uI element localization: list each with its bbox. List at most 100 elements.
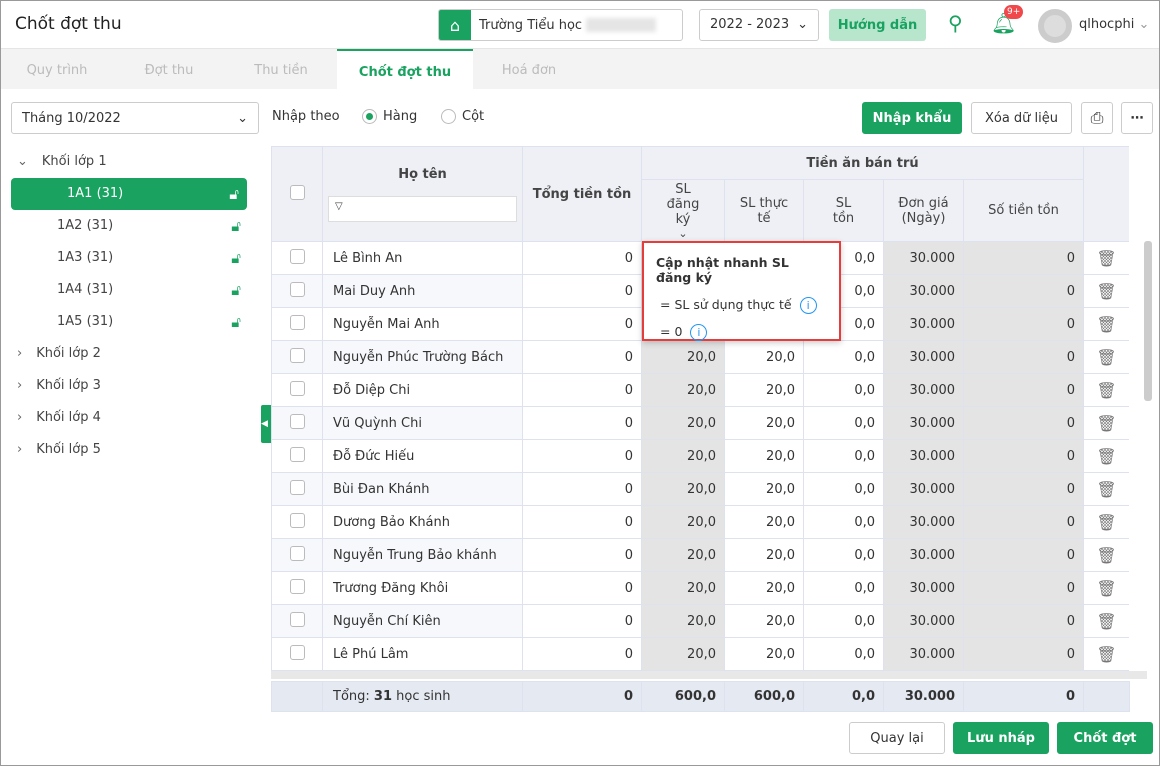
actual-cell[interactable]: 20,0 <box>724 505 804 539</box>
month-select[interactable]: Tháng 10/2022 ⌄ <box>11 102 259 134</box>
collapse-panel-handle[interactable]: ◀ <box>261 405 271 443</box>
unlock-icon[interactable]: 🔓︎ <box>231 274 241 306</box>
tree-group[interactable]: › Khối lớp 2 <box>1 338 259 370</box>
row-checkbox[interactable] <box>271 604 323 638</box>
vertical-scrollbar[interactable] <box>1144 241 1152 401</box>
row-checkbox[interactable] <box>271 472 323 506</box>
tree-group[interactable]: › Khối lớp 3 <box>1 370 259 402</box>
unlock-icon[interactable]: 🔓︎ <box>231 210 241 242</box>
registered-cell[interactable]: 20,0 <box>641 406 725 440</box>
student-name: Nguyễn Chí Kiên <box>322 604 523 638</box>
actual-cell[interactable]: 20,0 <box>724 340 804 374</box>
tab-invoice[interactable]: Hoá đơn <box>473 49 585 89</box>
trash-icon[interactable]: 🗑︎ <box>1083 604 1129 638</box>
avatar[interactable] <box>1038 9 1072 43</box>
back-button[interactable]: Quay lại <box>849 722 945 754</box>
row-checkbox[interactable] <box>271 571 323 605</box>
trash-icon[interactable]: 🗑︎ <box>1083 505 1129 539</box>
import-button[interactable]: Nhập khẩu <box>862 102 962 134</box>
row-checkbox[interactable] <box>271 307 323 341</box>
option-zero[interactable]: = 0i <box>656 324 827 341</box>
row-checkbox[interactable] <box>271 505 323 539</box>
actual-cell[interactable]: 20,0 <box>724 604 804 638</box>
registered-cell[interactable]: 20,0 <box>641 571 725 605</box>
trash-icon[interactable]: 🗑︎ <box>1083 538 1129 572</box>
actual-cell[interactable]: 20,0 <box>724 439 804 473</box>
trash-icon[interactable]: 🗑︎ <box>1083 571 1129 605</box>
row-checkbox[interactable] <box>271 373 323 407</box>
unlock-icon[interactable]: 🔓︎ <box>231 306 241 338</box>
trash-icon[interactable]: 🗑︎ <box>1083 340 1129 374</box>
tab-process[interactable]: Quy trình <box>1 49 113 89</box>
delete-data-button[interactable]: Xóa dữ liệu <box>971 102 1072 134</box>
tree-group[interactable]: › Khối lớp 4 <box>1 402 259 434</box>
tree-group[interactable]: › Khối lớp 5 <box>1 434 259 466</box>
radio-row[interactable]: Hàng <box>362 109 417 124</box>
tree-class-item[interactable]: 1A2 (31) 🔓︎ <box>1 210 259 242</box>
row-checkbox[interactable] <box>271 274 323 308</box>
actual-cell[interactable]: 20,0 <box>724 637 804 671</box>
print-icon[interactable]: ⎙ <box>1081 102 1113 134</box>
registered-cell[interactable]: 20,0 <box>641 373 725 407</box>
actual-cell[interactable]: 20,0 <box>724 373 804 407</box>
radio-column[interactable]: Cột <box>441 109 484 124</box>
analytics-search-icon[interactable]: ⚲ <box>948 11 963 35</box>
trash-icon[interactable]: 🗑︎ <box>1083 274 1129 308</box>
name-filter-input[interactable]: ▽ <box>328 196 517 222</box>
username[interactable]: qlhocphi ⌄ <box>1079 17 1149 32</box>
row-checkbox[interactable] <box>271 406 323 440</box>
close-batch-button[interactable]: Chốt đợt <box>1057 722 1153 754</box>
row-checkbox[interactable] <box>271 241 323 275</box>
remaining-cell: 0,0 <box>803 505 884 539</box>
row-checkbox[interactable] <box>271 340 323 374</box>
tree-group[interactable]: ⌄ Khối lớp 1 <box>1 146 259 178</box>
trash-icon[interactable]: 🗑︎ <box>1083 637 1129 671</box>
unlock-icon[interactable]: 🔓︎ <box>231 242 241 274</box>
trash-icon[interactable]: 🗑︎ <box>1083 241 1129 275</box>
chevron-down-icon: ⌄ <box>237 111 248 126</box>
student-table: Họ tên ▽ Tổng tiền tồn Tiền ăn bán trú SL… <box>271 146 1129 712</box>
tab-collect[interactable]: Thu tiền <box>225 49 337 89</box>
registered-cell[interactable]: 20,0 <box>641 637 725 671</box>
tab-close-batch[interactable]: Chốt đợt thu <box>337 49 473 89</box>
app-header: Chốt đợt thu ⌂ Trường Tiểu học 2022 - 202… <box>1 1 1159 49</box>
registered-cell[interactable]: 20,0 <box>641 505 725 539</box>
registered-cell[interactable]: 20,0 <box>641 538 725 572</box>
tree-class-item[interactable]: 1A1 (31) 🔓︎ <box>11 178 247 210</box>
option-actual[interactable]: = SL sử dụng thực tế i <box>656 297 827 314</box>
actual-cell[interactable]: 20,0 <box>724 406 804 440</box>
trash-icon[interactable]: 🗑︎ <box>1083 373 1129 407</box>
trash-icon[interactable]: 🗑︎ <box>1083 406 1129 440</box>
trash-icon[interactable]: 🗑︎ <box>1083 472 1129 506</box>
school-selector[interactable]: ⌂ Trường Tiểu học <box>438 9 683 41</box>
registered-cell[interactable]: 20,0 <box>641 604 725 638</box>
registered-cell[interactable]: 20,0 <box>641 472 725 506</box>
row-checkbox[interactable] <box>271 439 323 473</box>
unlock-icon[interactable]: 🔓︎ <box>229 178 239 210</box>
table-row: Đỗ Diệp Chi 0 20,0 20,0 0,0 30.000 0 🗑︎ <box>271 373 1129 407</box>
trash-icon[interactable]: 🗑︎ <box>1083 439 1129 473</box>
trash-icon[interactable]: 🗑︎ <box>1083 307 1129 341</box>
row-checkbox[interactable] <box>271 637 323 671</box>
guide-button[interactable]: Hướng dẫn <box>829 9 926 41</box>
tree-class-item[interactable]: 1A5 (31) 🔓︎ <box>1 306 259 338</box>
page-title: Chốt đợt thu <box>15 14 122 34</box>
col-registered[interactable]: SL đăng ký ⌄ <box>641 179 725 242</box>
tree-class-item[interactable]: 1A4 (31) 🔓︎ <box>1 274 259 306</box>
total-cell: 0 <box>522 637 642 671</box>
tab-batch[interactable]: Đợt thu <box>113 49 225 89</box>
actual-cell[interactable]: 20,0 <box>724 571 804 605</box>
registered-cell[interactable]: 20,0 <box>641 340 725 374</box>
more-icon[interactable]: ⋯ <box>1121 102 1153 134</box>
tree-class-item[interactable]: 1A3 (31) 🔓︎ <box>1 242 259 274</box>
actual-cell[interactable]: 20,0 <box>724 472 804 506</box>
registered-cell[interactable]: 20,0 <box>641 439 725 473</box>
money-cell: 0 <box>962 340 1085 374</box>
row-checkbox[interactable] <box>271 538 323 572</box>
actual-cell[interactable]: 20,0 <box>724 538 804 572</box>
year-select[interactable]: 2022 - 2023 ⌄ <box>699 9 819 41</box>
horizontal-scrollbar[interactable] <box>271 671 1147 679</box>
save-draft-button[interactable]: Lưu nháp <box>953 722 1049 754</box>
student-name: Đỗ Đức Hiếu <box>322 439 523 473</box>
select-all-checkbox[interactable] <box>271 146 323 242</box>
